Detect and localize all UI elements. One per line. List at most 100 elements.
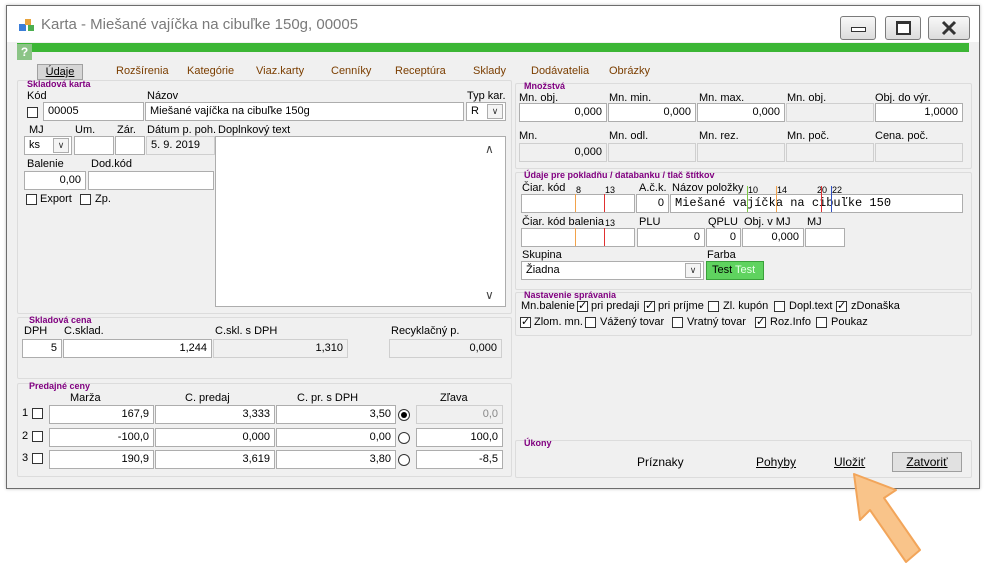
plu-input[interactable]: 0 xyxy=(637,228,705,247)
chevron-down-icon[interactable]: ∨ xyxy=(487,104,503,119)
obj-v-mj-label: Obj. v MJ xyxy=(744,216,791,228)
c-predaj-header: C. predaj xyxy=(185,392,230,404)
zp-checkbox[interactable] xyxy=(80,194,91,205)
balenie-label: Balenie xyxy=(27,158,64,170)
poukaz-checkbox[interactable] xyxy=(816,317,827,328)
price-row-radio[interactable] xyxy=(398,432,410,444)
mn-max-input[interactable]: 0,000 xyxy=(697,103,785,122)
c-predaj-input[interactable]: 3,333 xyxy=(155,405,275,424)
tick-mark-13b xyxy=(604,228,605,246)
mn-rez-value xyxy=(697,143,785,162)
dod-kod-input[interactable] xyxy=(88,171,214,190)
close-icon xyxy=(941,20,957,36)
tab-kategorie[interactable]: Kategórie xyxy=(187,64,234,78)
price-row-number: 2 xyxy=(22,430,29,442)
c-predaj-input[interactable]: 0,000 xyxy=(155,428,275,447)
ack-label: A.č.k. xyxy=(639,182,667,194)
tab-receptura[interactable]: Receptúra xyxy=(395,64,446,78)
skupina-label: Skupina xyxy=(522,249,562,261)
tick-mark-10 xyxy=(747,186,748,212)
zlava-input: 0,0 xyxy=(416,405,503,424)
farba-label: Farba xyxy=(707,249,736,261)
obj-do-vyr-input[interactable]: 1,0000 xyxy=(875,103,963,122)
chevron-down-icon[interactable]: ∨ xyxy=(53,138,69,153)
um-input[interactable] xyxy=(74,136,114,155)
zlava-input[interactable]: 100,0 xyxy=(416,428,503,447)
mj2-input[interactable] xyxy=(805,228,845,247)
scroll-down-icon[interactable]: ∨ xyxy=(485,288,494,302)
c-predaj-input[interactable]: 3,619 xyxy=(155,450,275,469)
mn-odl-label: Mn. odl. xyxy=(609,130,649,142)
roz-info-checkbox[interactable]: ✓ xyxy=(755,317,766,328)
recyklacny-label: Recyklačný p. xyxy=(391,325,460,337)
skupina-select[interactable]: Žiadna xyxy=(521,261,704,280)
qplu-input[interactable]: 0 xyxy=(706,228,741,247)
doplnkovy-text-area[interactable] xyxy=(215,136,506,307)
price-row-number: 3 xyxy=(22,452,29,464)
nazov-input[interactable]: Miešané vajíčka na cibuľke 150g xyxy=(145,102,464,121)
cena-poc-value xyxy=(875,143,963,162)
marza-input[interactable]: -100,0 xyxy=(49,428,154,447)
obj-v-mj-input[interactable]: 0,000 xyxy=(742,228,804,247)
mn-obj2-value xyxy=(786,103,874,122)
scroll-up-icon[interactable]: ∧ xyxy=(485,142,494,156)
pri-prijme-label: pri príjme xyxy=(658,300,704,312)
marza-input[interactable]: 190,9 xyxy=(49,450,154,469)
farba-test-dark: Test xyxy=(712,264,733,276)
price-row-radio[interactable] xyxy=(398,409,410,421)
price-row-checkbox[interactable] xyxy=(32,408,43,419)
help-button[interactable]: ? xyxy=(17,44,32,60)
mn-min-input[interactable]: 0,000 xyxy=(608,103,696,122)
vratny-tovar-checkbox[interactable] xyxy=(672,317,683,328)
c-pr-s-dph-input[interactable]: 0,00 xyxy=(276,428,396,447)
tick-13b: 13 xyxy=(605,218,616,228)
chevron-down-icon[interactable]: ∨ xyxy=(685,263,701,278)
pri-predaji-checkbox[interactable]: ✓ xyxy=(577,301,588,312)
roz-info-label: Roz.Info xyxy=(770,316,811,328)
price-row-checkbox[interactable] xyxy=(32,453,43,464)
zdonaska-checkbox[interactable]: ✓ xyxy=(836,301,847,312)
tab-udaje[interactable]: Údaje xyxy=(37,64,83,80)
priznaky-button[interactable]: Príznaky xyxy=(637,452,684,472)
tab-sklady[interactable]: Sklady xyxy=(473,64,506,78)
pohyby-button[interactable]: Pohyby xyxy=(756,452,796,472)
price-row-checkbox[interactable] xyxy=(32,431,43,442)
datum-label: Dátum p. poh. xyxy=(147,124,217,136)
marza-input[interactable]: 167,9 xyxy=(49,405,154,424)
card-window: Karta - Miešané vajíčka na cibuľke 150g,… xyxy=(6,5,980,489)
ack-input[interactable]: 0 xyxy=(636,194,669,213)
zar-input[interactable] xyxy=(115,136,145,155)
pri-prijme-checkbox[interactable]: ✓ xyxy=(644,301,655,312)
kod-checkbox[interactable] xyxy=(27,107,38,118)
farba-test-light: Test xyxy=(735,264,756,276)
price-row-radio[interactable] xyxy=(398,454,410,466)
dph-input[interactable]: 5 xyxy=(22,339,62,358)
zl-kupon-checkbox[interactable] xyxy=(708,301,719,312)
tab-dodavatelia[interactable]: Dodávatelia xyxy=(531,64,589,78)
mn-value: 0,000 xyxy=(519,143,607,162)
tab-viaz-karty[interactable]: Viaz.karty xyxy=(256,64,304,78)
ciar-kod-input[interactable] xyxy=(521,194,635,213)
dopl-text-checkbox[interactable] xyxy=(774,301,785,312)
kod-input[interactable]: 00005 xyxy=(43,102,144,121)
dopl-text-label: Dopl.text xyxy=(789,300,833,312)
zlava-input[interactable]: -8,5 xyxy=(416,450,503,469)
maximize-button[interactable] xyxy=(885,16,921,40)
nazov-polozky-input[interactable]: Miešané vajíčka na cibuľke 150 xyxy=(670,194,963,213)
export-checkbox[interactable] xyxy=(26,194,37,205)
balenie-input[interactable]: 0,00 xyxy=(24,171,86,190)
minimize-icon xyxy=(851,27,866,32)
tab-cenniky[interactable]: Cenníky xyxy=(331,64,371,78)
mn-obj-input[interactable]: 0,000 xyxy=(519,103,607,122)
c-pr-s-dph-input[interactable]: 3,50 xyxy=(276,405,396,424)
tab-obrazky[interactable]: Obrázky xyxy=(609,64,650,78)
c-sklad-input[interactable]: 1,244 xyxy=(63,339,212,358)
zlom-mn-checkbox[interactable]: ✓ xyxy=(520,317,531,328)
minimize-button[interactable] xyxy=(840,16,876,40)
c-pr-s-dph-input[interactable]: 3,80 xyxy=(276,450,396,469)
close-button[interactable] xyxy=(928,16,970,40)
ciar-kod-balenia-input[interactable] xyxy=(521,228,635,247)
tab-rozsirenia[interactable]: Rozšírenia xyxy=(116,64,169,78)
vazeny-tovar-checkbox[interactable] xyxy=(585,317,596,328)
farba-swatch[interactable]: Test Test xyxy=(706,261,764,280)
